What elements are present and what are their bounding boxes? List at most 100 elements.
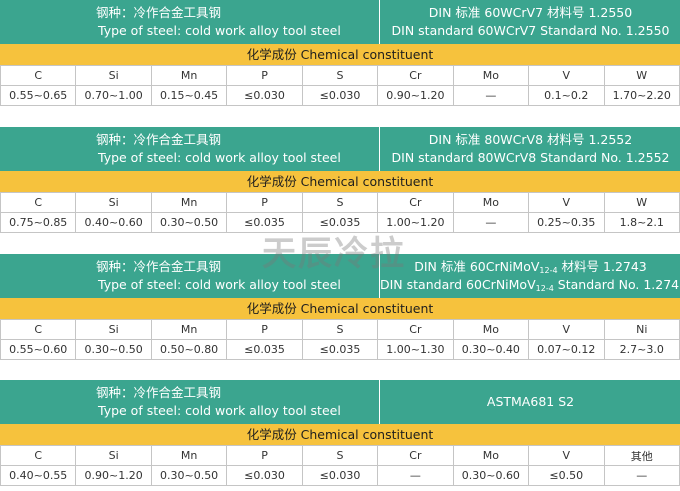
- steel-section-2: 钢种：冷作合金工具钢 Type of steel: cold work allo…: [0, 127, 680, 233]
- element-value: —: [377, 465, 454, 486]
- element-header: Cr: [377, 192, 454, 213]
- element-header: Si: [75, 192, 152, 213]
- steel-type-en: Type of steel: cold work alloy tool stee…: [98, 150, 341, 165]
- standard-cn-subscript: 12-4: [539, 266, 558, 275]
- element-header: S: [301, 192, 379, 213]
- steel-type-cn: 钢种：冷作合金工具钢: [96, 132, 222, 147]
- element-value: 0.07~0.12: [528, 339, 605, 360]
- steel-type-cell: 钢种：冷作合金工具钢 Type of steel: cold work allo…: [0, 127, 378, 171]
- element-value: ≤0.035: [226, 339, 303, 360]
- element-value-row: 0.55~0.60 0.30~0.50 0.50~0.80 ≤0.035 ≤0.…: [0, 339, 680, 360]
- element-header: 其他: [603, 445, 680, 466]
- element-header: V: [528, 319, 605, 340]
- steel-type-en: Type of steel: cold work alloy tool stee…: [98, 403, 341, 418]
- steel-type-cn: 钢种：冷作合金工具钢: [96, 385, 222, 400]
- element-value: 0.30~0.50: [150, 465, 228, 486]
- element-header: C: [0, 319, 77, 340]
- standard-en-number: Standard No. 1.2743: [553, 277, 680, 292]
- chemical-band: 化学成份 Chemical constituent: [0, 171, 680, 192]
- standard-cell: DIN 标准 60CrNiMoV12-4 材料号 1.2743 DIN stan…: [379, 254, 680, 298]
- steel-type-cn: 钢种：冷作合金工具钢: [96, 259, 222, 274]
- steel-type-cell: 钢种：冷作合金工具钢 Type of steel: cold work allo…: [0, 380, 378, 424]
- standard-en-main: DIN standard 60CrNiMoV: [380, 277, 536, 292]
- element-header: Mn: [150, 192, 228, 213]
- element-value: 0.25~0.35: [528, 212, 605, 233]
- watermark: 天辰冷拉: [262, 234, 406, 274]
- element-header: Ni: [603, 319, 680, 340]
- element-header: S: [301, 65, 379, 86]
- element-header: P: [226, 192, 303, 213]
- standard-cell: DIN 标准 60WCrV7 材料号 1.2550 DIN standard 6…: [379, 0, 680, 44]
- element-value: —: [452, 212, 530, 233]
- element-value: 0.15~0.45: [150, 85, 228, 106]
- element-header: V: [528, 65, 605, 86]
- element-value: 0.90~1.20: [377, 85, 454, 106]
- steel-type-cell: 钢种：冷作合金工具钢 Type of steel: cold work allo…: [0, 0, 378, 44]
- element-header: C: [0, 65, 77, 86]
- element-header: Mo: [452, 445, 530, 466]
- element-value-row: 0.40~0.55 0.90~1.20 0.30~0.50 ≤0.030 ≤0.…: [0, 465, 680, 486]
- element-header: Si: [75, 319, 152, 340]
- element-value: 0.75~0.85: [0, 212, 77, 233]
- composition-table: C Si Mn P S Cr Mo V 其他 0.40~0.55 0.90~1.…: [0, 445, 680, 486]
- element-header: S: [301, 445, 379, 466]
- standard-cell: DIN 标准 80WCrV8 材料号 1.2552 DIN standard 8…: [379, 127, 680, 171]
- element-value: 0.30~0.50: [75, 339, 152, 360]
- element-header: V: [528, 192, 605, 213]
- element-value-row: 0.55~0.65 0.70~1.00 0.15~0.45 ≤0.030 ≤0.…: [0, 85, 680, 106]
- standard-en: DIN standard 60CrNiMoV12-4 Standard No. …: [380, 278, 680, 296]
- element-value: 1.70~2.20: [603, 85, 680, 106]
- element-value: 2.7~3.0: [603, 339, 680, 360]
- element-header: P: [226, 65, 303, 86]
- element-header: Cr: [377, 65, 454, 86]
- element-value: ≤0.50: [528, 465, 605, 486]
- standard-cn-main: DIN 标准 60CrNiMoV: [414, 259, 540, 274]
- element-header-row: C Si Mn P S Cr Mo V 其他: [0, 445, 680, 466]
- element-value: 0.40~0.55: [0, 465, 77, 486]
- element-header: W: [603, 65, 680, 86]
- element-header: Mn: [150, 65, 228, 86]
- element-header-row: C Si Mn P S Cr Mo V W: [0, 192, 680, 213]
- section-header: 钢种：冷作合金工具钢 Type of steel: cold work allo…: [0, 0, 680, 44]
- steel-type-cn: 钢种：冷作合金工具钢: [96, 5, 222, 20]
- element-value: 0.55~0.65: [0, 85, 77, 106]
- element-header: Mn: [150, 319, 228, 340]
- element-header: P: [226, 319, 303, 340]
- element-header: Mo: [452, 65, 530, 86]
- steel-section-4: 钢种：冷作合金工具钢 Type of steel: cold work allo…: [0, 380, 680, 486]
- element-value: 0.30~0.60: [452, 465, 530, 486]
- element-value: 1.8~2.1: [603, 212, 680, 233]
- element-value: ≤0.030: [301, 465, 379, 486]
- standard-en: DIN standard 60WCrV7 Standard No. 1.2550: [391, 23, 670, 38]
- element-value: ≤0.030: [301, 85, 379, 106]
- element-header: C: [0, 445, 77, 466]
- element-header: Mo: [452, 192, 530, 213]
- element-header: Mo: [452, 319, 530, 340]
- element-value: 0.90~1.20: [75, 465, 152, 486]
- element-value: 0.50~0.80: [150, 339, 228, 360]
- element-value: ≤0.035: [301, 339, 379, 360]
- element-value: ≤0.030: [226, 85, 303, 106]
- element-value: 0.40~0.60: [75, 212, 152, 233]
- standard-en-subscript: 12-4: [535, 284, 554, 293]
- element-value: 1.00~1.30: [377, 339, 454, 360]
- element-header: Cr: [377, 319, 454, 340]
- steel-type-en: Type of steel: cold work alloy tool stee…: [98, 23, 341, 38]
- element-value: ≤0.030: [226, 465, 303, 486]
- steel-type-en: Type of steel: cold work alloy tool stee…: [98, 277, 341, 292]
- composition-table: C Si Mn P S Cr Mo V Ni 0.55~0.60 0.30~0.…: [0, 319, 680, 360]
- element-header: W: [603, 192, 680, 213]
- element-header: Si: [75, 445, 152, 466]
- element-header: S: [301, 319, 379, 340]
- composition-table: C Si Mn P S Cr Mo V W 0.55~0.65 0.70~1.0…: [0, 65, 680, 106]
- element-header: Si: [75, 65, 152, 86]
- steel-section-1: 钢种：冷作合金工具钢 Type of steel: cold work allo…: [0, 0, 680, 106]
- element-header: Mn: [150, 445, 228, 466]
- element-header: Cr: [377, 445, 454, 466]
- element-header: P: [226, 445, 303, 466]
- element-header: C: [0, 192, 77, 213]
- chemical-band: 化学成份 Chemical constituent: [0, 44, 680, 65]
- section-header: 钢种：冷作合金工具钢 Type of steel: cold work allo…: [0, 380, 680, 424]
- element-header-row: C Si Mn P S Cr Mo V W: [0, 65, 680, 86]
- section-header: 钢种：冷作合金工具钢 Type of steel: cold work allo…: [0, 127, 680, 171]
